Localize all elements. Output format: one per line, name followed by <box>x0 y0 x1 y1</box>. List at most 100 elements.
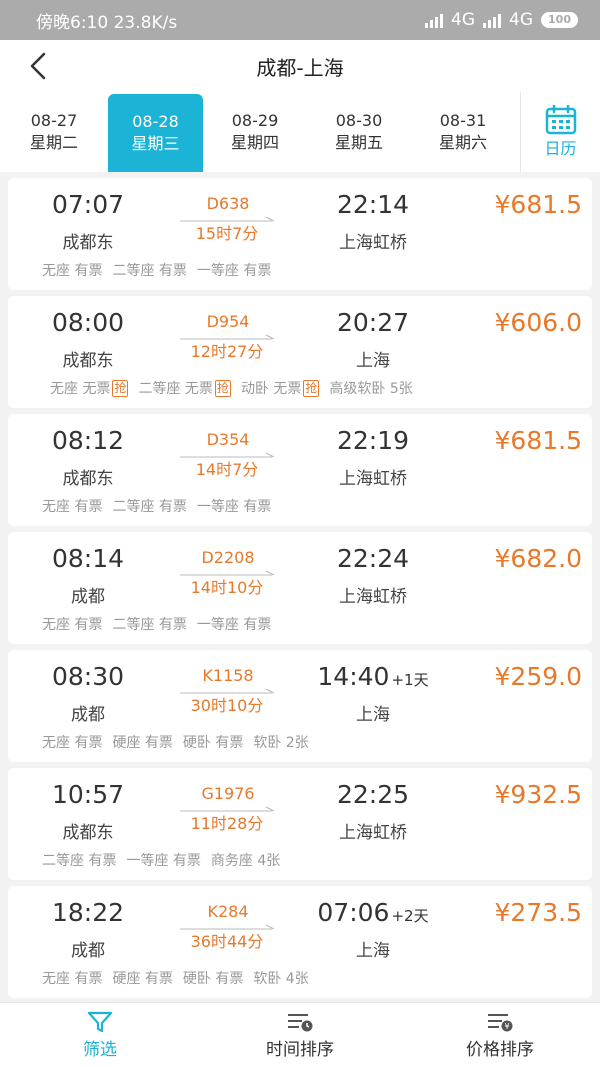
status-speed: 23.8K/s <box>113 12 178 33</box>
date-tab-0827[interactable]: 08-27 星期二 <box>0 92 108 172</box>
seat-info: 一等座 有票 <box>197 260 271 280</box>
seat-info: 一等座 有票 <box>126 850 200 870</box>
sort-by-price-button[interactable]: ¥ 价格排序 <box>400 1003 600 1067</box>
calendar-label: 日历 <box>544 139 577 158</box>
seat-list: 无座 有票 二等座 有票 一等座 有票 <box>42 260 281 280</box>
seat-info: 硬卧 有票 <box>183 968 243 988</box>
seat-list: 无座 有票 硬座 有票 硬卧 有票 软卧 2张 <box>42 732 319 752</box>
duration: 36时44分 <box>190 932 264 951</box>
seat-list: 无座 无票抢 二等座 无票抢 动卧 无票抢 高级软卧 5张 <box>50 378 423 398</box>
grab-ticket-button[interactable]: 抢 <box>214 379 231 397</box>
seat-info: 二等座 有票 <box>42 850 116 870</box>
departure-time: 08:14 <box>51 544 125 573</box>
status-bar: 傍晚6:10 23.8K/s 4G 4G 100 <box>0 0 600 40</box>
chevron-left-icon <box>30 52 46 80</box>
departure-station: 成都 <box>71 941 105 961</box>
seat-info: 一等座 有票 <box>197 614 271 634</box>
date-tab-date: 08-27 <box>30 111 78 130</box>
arrival-time: 22:24 <box>298 544 448 573</box>
train-number: G1976 <box>201 784 255 803</box>
departure-station: 成都 <box>71 705 105 725</box>
seat-info: 二等座 无票抢 <box>138 378 231 398</box>
date-tab-0831[interactable]: 08-31 星期六 <box>411 92 515 172</box>
departure-time: 18:22 <box>51 898 125 927</box>
arrival-time-value: 22:14 <box>336 190 410 219</box>
train-card-d954[interactable]: 08:00 成都东 D954 12时27分 20:27 上海 ¥606.0 无座… <box>8 296 592 408</box>
price: ¥606.0 <box>494 308 582 337</box>
price: ¥259.0 <box>494 662 582 691</box>
seat-info: 无座 无票抢 <box>50 378 129 398</box>
price: ¥681.5 <box>494 190 582 219</box>
departure-time: 08:00 <box>51 308 125 337</box>
seat-info: 软卧 4张 <box>253 968 308 988</box>
seat-text: 一等座 有票 <box>196 617 272 633</box>
seat-text: 无座 有票 <box>42 617 103 633</box>
train-number: D638 <box>206 194 250 213</box>
train-card-g1976[interactable]: 10:57 成都东 G1976 11时28分 22:25 上海虹桥 ¥932.5… <box>8 768 592 880</box>
price: ¥682.0 <box>494 544 582 573</box>
calendar-icon <box>545 105 576 135</box>
seat-text: 软卧 4张 <box>253 971 309 987</box>
seat-info: 无座 有票 <box>42 732 102 752</box>
date-tab-date: 08-30 <box>335 111 383 130</box>
seat-text: 硬卧 有票 <box>182 735 244 751</box>
battery-icon: 100 <box>541 12 578 28</box>
seat-info: 软卧 2张 <box>253 732 308 752</box>
date-tab-0829[interactable]: 08-29 星期四 <box>203 92 307 172</box>
departure-station: 成都东 <box>62 233 114 253</box>
arrival-station: 上海 <box>356 351 390 371</box>
duration: 14时10分 <box>190 578 264 597</box>
departure-station: 成都东 <box>62 351 114 371</box>
status-right: 4G 4G 100 <box>425 10 578 30</box>
sort-time-label: 时间排序 <box>266 1039 334 1060</box>
train-card-d354[interactable]: 08:12 成都东 D354 14时7分 22:19 上海虹桥 ¥681.5 无… <box>8 414 592 526</box>
sort-by-time-button[interactable]: 时间排序 <box>200 1003 400 1067</box>
arrival-time: 07:06 +2天 <box>298 898 448 927</box>
seat-info: 硬座 有票 <box>112 732 172 752</box>
train-card-d638[interactable]: 07:07 成都东 D638 15时7分 22:14 上海虹桥 ¥681.5 无… <box>8 178 592 290</box>
train-card-k284[interactable]: 18:22 成都 K284 36时44分 07:06 +2天 上海 ¥273.5 … <box>8 886 592 998</box>
arrival-station: 上海 <box>356 941 390 961</box>
seat-text: 硬卧 有票 <box>182 971 244 987</box>
seat-info: 动卧 无票抢 <box>240 378 320 398</box>
date-tab-0828[interactable]: 08-28 星期三 <box>108 94 203 172</box>
arrival-station: 上海虹桥 <box>339 233 407 253</box>
grab-ticket-button[interactable]: 抢 <box>112 379 129 397</box>
arrival-time-value: 20:27 <box>336 308 410 337</box>
seat-text: 无座 有票 <box>42 971 103 987</box>
bottom-bar: 筛选 时间排序 ¥ 价格排序 <box>0 1002 600 1067</box>
calendar-button[interactable]: 日历 <box>520 92 600 172</box>
price: ¥681.5 <box>494 426 582 455</box>
departure-time: 08:12 <box>51 426 125 455</box>
arrival-station: 上海 <box>356 705 390 725</box>
seat-text: 硬座 有票 <box>112 735 173 751</box>
filter-button[interactable]: 筛选 <box>0 1003 200 1067</box>
date-tab-date: 08-31 <box>439 111 487 130</box>
arrival-station: 上海虹桥 <box>339 469 407 489</box>
seat-text: 无座 有票 <box>42 263 103 279</box>
seat-text: 动卧 无票 <box>240 381 302 397</box>
departure-time: 10:57 <box>51 780 125 809</box>
seat-info: 二等座 有票 <box>112 614 186 634</box>
seat-info: 无座 有票 <box>42 260 102 280</box>
status-left: 傍晚6:10 23.8K/s <box>36 8 177 33</box>
date-tab-weekday: 星期二 <box>29 133 78 152</box>
sort-price-icon: ¥ <box>488 1013 513 1031</box>
seat-info: 无座 有票 <box>42 496 102 516</box>
train-number: K1158 <box>202 666 254 685</box>
duration: 12时27分 <box>190 342 264 361</box>
duration: 30时10分 <box>190 696 264 715</box>
seat-info: 高级软卧 5张 <box>329 378 412 398</box>
date-tab-0830[interactable]: 08-30 星期五 <box>307 92 411 172</box>
back-button[interactable] <box>18 46 58 86</box>
grab-ticket-button[interactable]: 抢 <box>303 379 320 397</box>
train-card-k1158[interactable]: 08:30 成都 K1158 30时10分 14:40 +1天 上海 ¥259.0… <box>8 650 592 762</box>
seat-text: 无座 有票 <box>42 735 103 751</box>
train-number: D354 <box>206 430 250 449</box>
seat-list: 无座 有票 硬座 有票 硬卧 有票 软卧 4张 <box>42 968 319 988</box>
seat-info: 商务座 4张 <box>211 850 280 870</box>
train-card-d2208[interactable]: 08:14 成都 D2208 14时10分 22:24 上海虹桥 ¥682.0 … <box>8 532 592 644</box>
departure-station: 成都 <box>71 587 105 607</box>
seat-list: 无座 有票 二等座 有票 一等座 有票 <box>42 496 281 516</box>
date-tab-date: 08-29 <box>231 111 279 130</box>
